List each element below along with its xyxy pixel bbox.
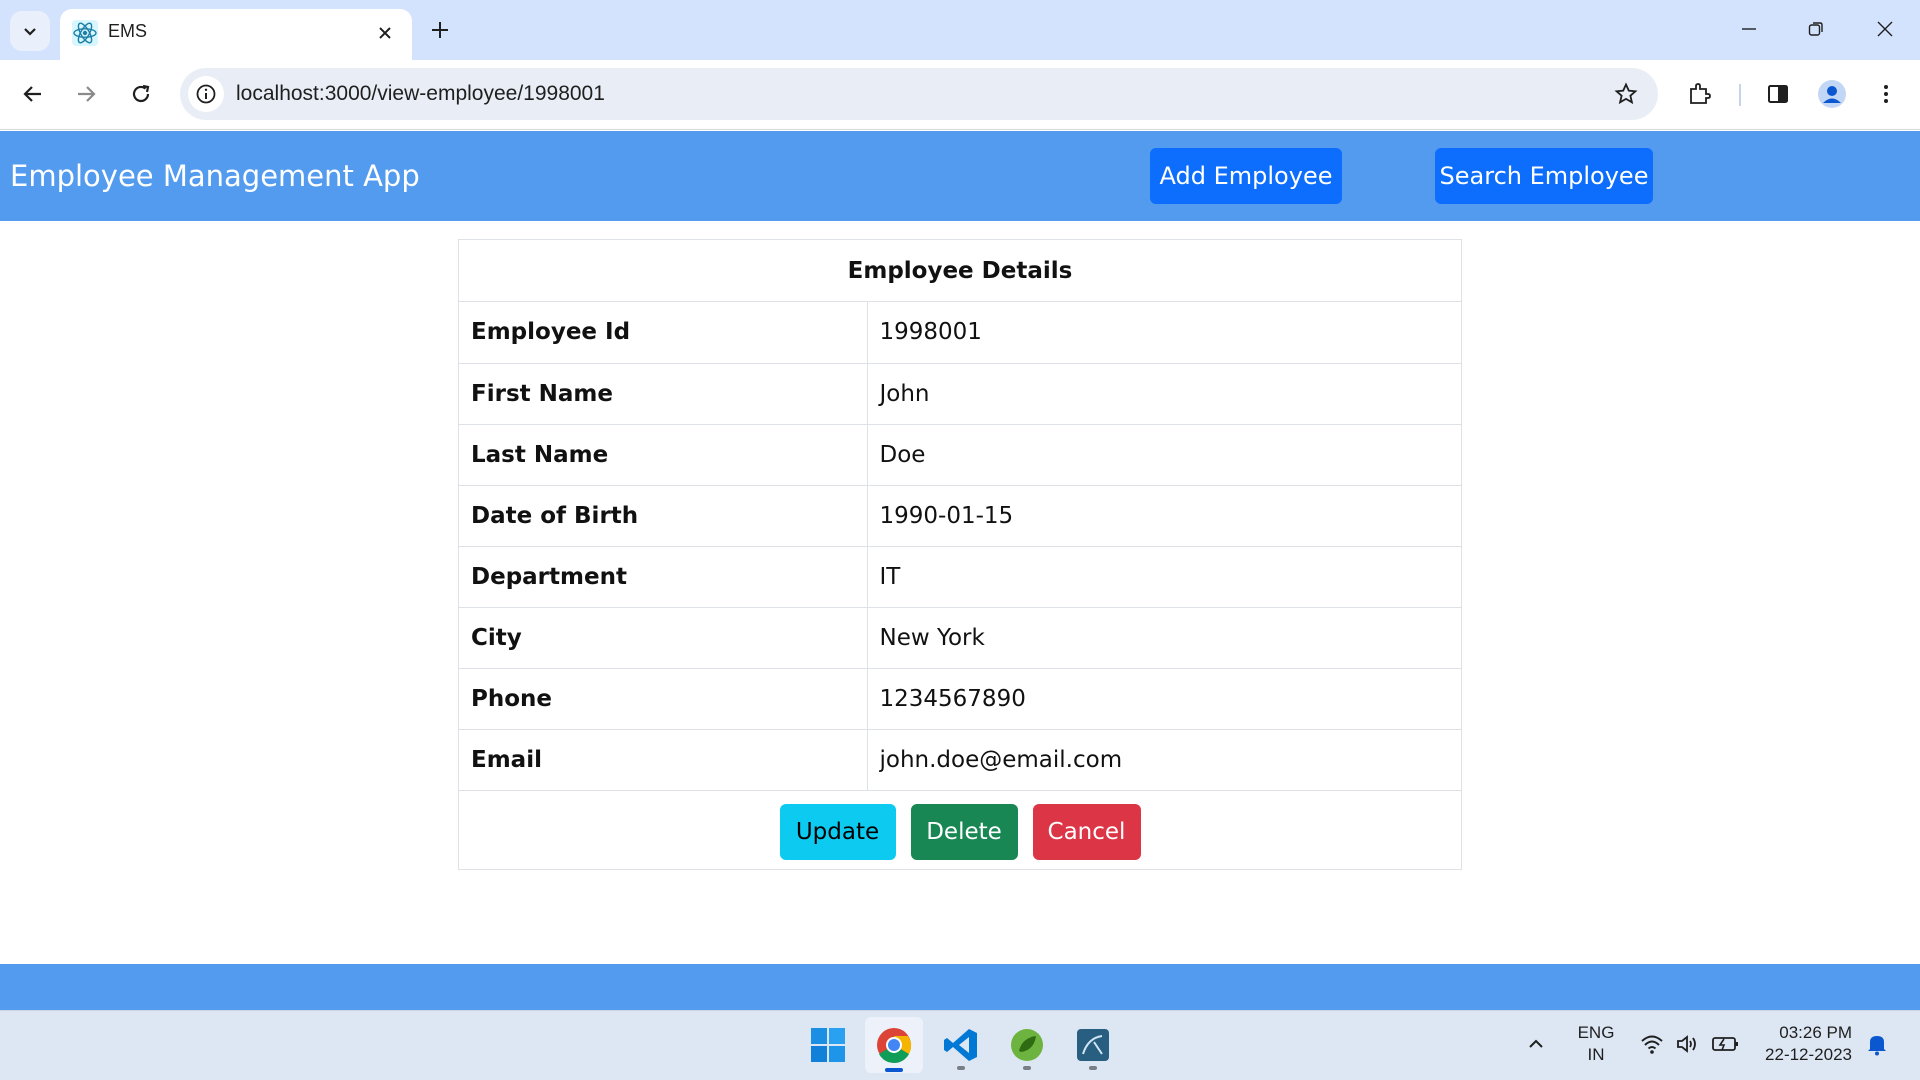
reload-icon bbox=[132, 84, 150, 103]
detail-label: Email bbox=[459, 729, 868, 791]
update-button[interactable]: Update bbox=[779, 803, 896, 860]
active-indicator bbox=[885, 1068, 903, 1072]
delete-button[interactable]: Delete bbox=[910, 803, 1018, 860]
detail-value: John bbox=[867, 363, 1461, 425]
employee-details-card: Employee Details Employee Id 1998001 First… bbox=[458, 239, 1462, 870]
extensions-icon[interactable] bbox=[1680, 74, 1720, 114]
detail-label: Department bbox=[459, 546, 868, 608]
detail-value: 1234567890 bbox=[867, 668, 1461, 730]
new-tab-button[interactable] bbox=[422, 12, 458, 48]
close-tab-icon[interactable] bbox=[372, 20, 398, 46]
spring-tools-icon[interactable] bbox=[998, 1017, 1056, 1073]
close-window-button[interactable] bbox=[1860, 8, 1910, 50]
toolbar-separator bbox=[1739, 84, 1741, 106]
detail-row: Department IT bbox=[459, 546, 1461, 608]
detail-label: Employee Id bbox=[459, 302, 868, 364]
restore-icon bbox=[1808, 22, 1823, 36]
clock-date: 22-12-2023 bbox=[1765, 1045, 1852, 1064]
chevron-down-icon bbox=[24, 28, 36, 36]
running-indicator bbox=[1023, 1066, 1031, 1070]
language-indicator[interactable]: ENG IN bbox=[1576, 1023, 1616, 1065]
detail-value: IT bbox=[867, 546, 1461, 608]
action-buttons: Update Delete Cancel bbox=[459, 791, 1461, 873]
detail-value: Doe bbox=[867, 424, 1461, 486]
detail-row: Email john.doe@email.com bbox=[459, 729, 1461, 791]
detail-value: 1990-01-15 bbox=[867, 485, 1461, 547]
forward-arrow-icon bbox=[78, 86, 96, 102]
minimize-icon bbox=[1742, 28, 1756, 30]
detail-value: New York bbox=[867, 607, 1461, 669]
detail-label: City bbox=[459, 607, 868, 669]
chrome-icon[interactable] bbox=[865, 1017, 923, 1073]
card-title: Employee Details bbox=[459, 240, 1461, 302]
back-button[interactable] bbox=[13, 74, 53, 114]
search-employee-button[interactable]: Search Employee bbox=[1435, 148, 1653, 204]
language-line2: IN bbox=[1587, 1045, 1605, 1064]
chevron-up-icon[interactable] bbox=[1526, 1034, 1546, 1059]
app-navbar: Employee Management App Add Employee Sea… bbox=[0, 131, 1920, 221]
bookmark-star-icon[interactable] bbox=[1608, 76, 1644, 112]
back-arrow-icon bbox=[23, 86, 41, 102]
side-panel-icon[interactable] bbox=[1758, 74, 1798, 114]
detail-row: Date of Birth 1990-01-15 bbox=[459, 485, 1461, 547]
detail-row: Employee Id 1998001 bbox=[459, 302, 1461, 364]
running-indicator bbox=[957, 1066, 965, 1070]
detail-value: 1998001 bbox=[867, 302, 1461, 364]
taskbar: ENG IN 03:26 PM 22-12-2023 bbox=[0, 1010, 1920, 1080]
detail-row: Phone 1234567890 bbox=[459, 668, 1461, 730]
vscode-icon[interactable] bbox=[932, 1017, 990, 1073]
browser-toolbar: localhost:3000/view-employee/1998001 bbox=[0, 60, 1920, 130]
plus-icon bbox=[432, 22, 448, 38]
tab-title: EMS bbox=[108, 21, 148, 41]
menu-more-icon[interactable] bbox=[1866, 74, 1906, 114]
battery-icon[interactable] bbox=[1712, 1034, 1740, 1059]
add-employee-button[interactable]: Add Employee bbox=[1150, 148, 1342, 204]
detail-value: john.doe@email.com bbox=[867, 729, 1461, 791]
detail-label: Last Name bbox=[459, 424, 868, 486]
restore-button[interactable] bbox=[1791, 8, 1841, 50]
close-icon bbox=[1877, 21, 1893, 37]
employee-details-table: Employee Id 1998001 First Name John Last Nam… bbox=[459, 302, 1461, 791]
browser-tab-strip: EMS bbox=[0, 0, 1920, 60]
detail-row: First Name John bbox=[459, 363, 1461, 425]
wifi-icon[interactable] bbox=[1640, 1033, 1664, 1060]
cancel-button[interactable]: Cancel bbox=[1032, 803, 1141, 860]
forward-button[interactable] bbox=[66, 74, 106, 114]
volume-icon[interactable] bbox=[1675, 1033, 1699, 1060]
detail-row: Last Name Doe bbox=[459, 424, 1461, 486]
windows-start-icon[interactable] bbox=[799, 1017, 857, 1073]
app-brand[interactable]: Employee Management App bbox=[10, 159, 420, 193]
url-text[interactable]: localhost:3000/view-employee/1998001 bbox=[236, 82, 605, 106]
profile-avatar-icon[interactable] bbox=[1812, 74, 1852, 114]
detail-label: Phone bbox=[459, 668, 868, 730]
detail-row: City New York bbox=[459, 607, 1461, 669]
browser-tab-active[interactable]: EMS bbox=[60, 9, 412, 60]
running-indicator bbox=[1089, 1066, 1097, 1070]
minimize-button[interactable] bbox=[1724, 8, 1774, 50]
tab-search-button[interactable] bbox=[10, 11, 50, 51]
react-icon bbox=[72, 20, 98, 46]
site-info-icon[interactable] bbox=[188, 76, 224, 112]
clock-time: 03:26 PM bbox=[1779, 1023, 1852, 1042]
mysql-workbench-icon[interactable] bbox=[1064, 1017, 1122, 1073]
reload-button[interactable] bbox=[121, 74, 161, 114]
notification-bell-icon[interactable] bbox=[1866, 1032, 1888, 1061]
clock[interactable]: 03:26 PM 22-12-2023 bbox=[1756, 1023, 1852, 1065]
detail-label: Date of Birth bbox=[459, 485, 868, 547]
detail-label: First Name bbox=[459, 363, 868, 425]
app-footer bbox=[0, 964, 1920, 1010]
language-line1: ENG bbox=[1577, 1023, 1615, 1042]
address-bar[interactable]: localhost:3000/view-employee/1998001 bbox=[180, 68, 1658, 120]
